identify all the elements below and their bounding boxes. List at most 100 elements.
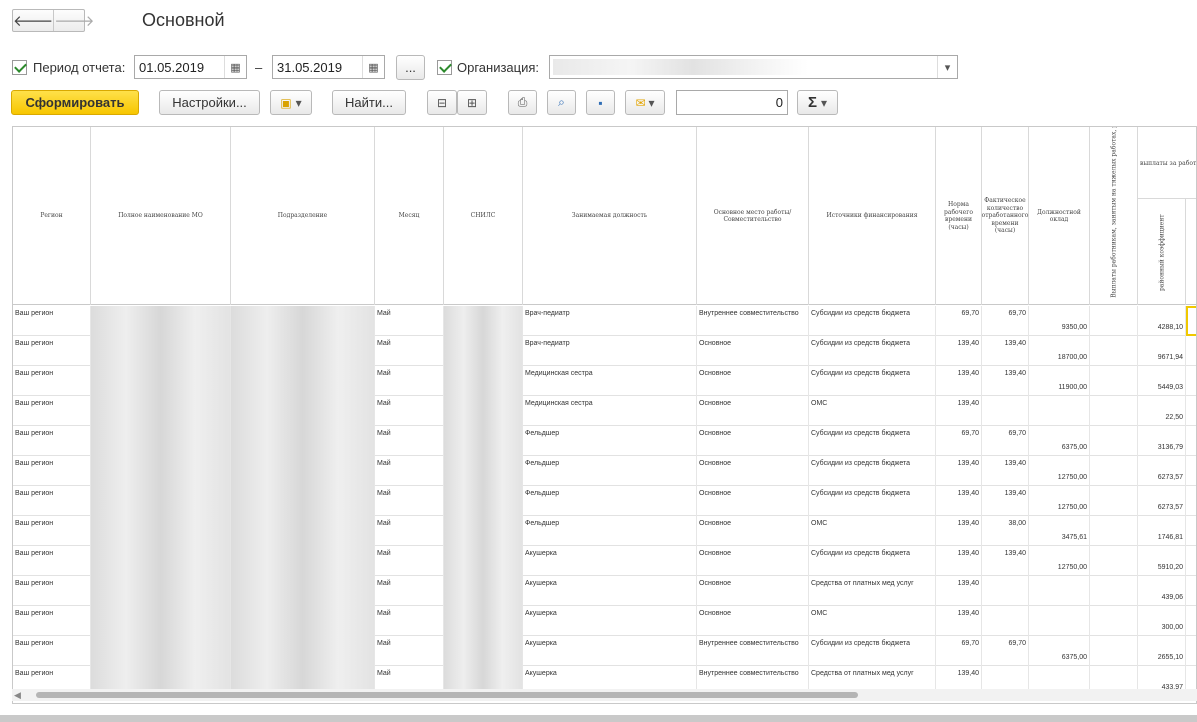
cell-work-place: Основное — [697, 606, 809, 636]
chevron-down-icon: ▾ — [295, 95, 302, 110]
header-regional-coef-text: районный коэффициент — [1158, 214, 1166, 292]
cell-regional-coef: 6273,57 — [1138, 486, 1186, 516]
sigma-icon: Σ — [807, 94, 817, 111]
sum-value-field[interactable]: 0 — [676, 90, 788, 115]
header-norm-hours: Норма рабочего времени (часы) — [936, 127, 982, 305]
table-row[interactable]: Ваш регион Май Врач-педиатр Внутреннее с… — [13, 306, 1196, 336]
cell-month: Май — [375, 336, 444, 366]
sum-button[interactable]: Σ ▾ — [797, 90, 838, 115]
cell-norm-hours: 139,40 — [936, 546, 982, 576]
cell-hazard-payments — [1090, 546, 1138, 576]
cell-norm-hours: 69,70 — [936, 636, 982, 666]
cell-work-place: Основное — [697, 426, 809, 456]
chevron-down-icon[interactable]: ▾ — [937, 56, 957, 78]
collapse-groups-button[interactable]: ⊟ — [427, 90, 457, 115]
report-grid[interactable]: Регион Полное наименование МО Подразделе… — [12, 126, 1197, 704]
header-hazard-payments-text: Выплаты работникам, занятым на тяжелых р… — [1110, 127, 1118, 298]
horizontal-scrollbar[interactable]: ◀ — [12, 689, 1197, 701]
floppy-disk-icon: ▪ — [598, 95, 603, 110]
cell-salary: 18700,00 — [1029, 336, 1090, 366]
cell-mo-name-redacted — [91, 516, 231, 546]
cell-position: Фельдшер — [523, 516, 697, 546]
back-arrow-icon[interactable]: 🡐 — [13, 10, 53, 31]
cell-mo-name-redacted — [91, 636, 231, 666]
cell-month: Май — [375, 486, 444, 516]
cell-position: Акушерка — [523, 546, 697, 576]
cell-actual-hours — [982, 396, 1029, 426]
cell-month: Май — [375, 606, 444, 636]
cell-snils-redacted — [444, 456, 523, 486]
cell-norm-hours: 139,40 — [936, 576, 982, 606]
chevron-down-icon: ▾ — [820, 95, 828, 110]
organization-select[interactable]: ▾ — [549, 55, 958, 79]
cell-region: Ваш регион — [13, 576, 91, 606]
send-email-button[interactable]: ✉ ▾ — [625, 90, 665, 115]
cell-position: Медицинская сестра — [523, 366, 697, 396]
variants-button[interactable]: ▣ ▾ — [270, 90, 312, 115]
cell-snils-redacted — [444, 396, 523, 426]
expand-groups-button[interactable]: ⊞ — [457, 90, 487, 115]
cell-region: Ваш регион — [13, 606, 91, 636]
cell-selected[interactable] — [1186, 306, 1196, 336]
cell-work-place: Основное — [697, 576, 809, 606]
find-button[interactable]: Найти... — [332, 90, 406, 115]
table-row[interactable]: Ваш регион Май Акушерка Основное Средств… — [13, 576, 1196, 606]
header-hazard-payments: Выплаты работникам, занятым на тяжелых р… — [1090, 127, 1138, 305]
cell-regional-coef: 5910,20 — [1138, 546, 1186, 576]
cell-mo-name-redacted — [91, 456, 231, 486]
cell-mo-name-redacted — [91, 426, 231, 456]
calendar-icon[interactable]: ▦ — [362, 56, 384, 78]
table-row[interactable]: Ваш регион Май Фельдшер Основное Субсиди… — [13, 456, 1196, 486]
cell-salary: 6375,00 — [1029, 426, 1090, 456]
table-row[interactable]: Ваш регион Май Акушерка Основное ОМС 139… — [13, 606, 1196, 636]
cell-actual-hours: 139,40 — [982, 456, 1029, 486]
cell-funding-source: ОМС — [809, 606, 936, 636]
scroll-left-icon[interactable]: ◀ — [14, 690, 21, 701]
cell-funding-source: ОМС — [809, 516, 936, 546]
save-button[interactable]: ▪ — [586, 90, 615, 115]
generate-button[interactable]: Сформировать — [11, 90, 139, 115]
date-to-value: 31.05.2019 — [277, 60, 343, 75]
table-row[interactable]: Ваш регион Май Акушерка Внутреннее совме… — [13, 636, 1196, 666]
table-row[interactable]: Ваш регион Май Фельдшер Основное Субсиди… — [13, 426, 1196, 456]
header-department: Подразделение — [231, 127, 375, 305]
header-work-payments-group: выплаты за работу — [1138, 127, 1196, 199]
cell-department-redacted — [231, 366, 375, 396]
period-label: Период отчета: — [33, 60, 126, 75]
table-row[interactable]: Ваш регион Май Фельдшер Основное ОМС 139… — [13, 516, 1196, 546]
cell-position: Акушерка — [523, 576, 697, 606]
table-row[interactable]: Ваш регион Май Медицинская сестра Основн… — [13, 366, 1196, 396]
table-row[interactable]: Ваш регион Май Врач-педиатр Основное Суб… — [13, 336, 1196, 366]
cell-month: Май — [375, 576, 444, 606]
cell-work-place: Внутреннее совместительство — [697, 636, 809, 666]
scrollbar-thumb[interactable] — [36, 692, 858, 698]
header-position: Занимаемая должность — [523, 127, 697, 305]
cell-month: Май — [375, 456, 444, 486]
table-row[interactable]: Ваш регион Май Медицинская сестра Основн… — [13, 396, 1196, 426]
cell-hazard-payments — [1090, 426, 1138, 456]
date-to-input[interactable]: 31.05.2019 ▦ — [272, 55, 385, 79]
settings-button[interactable]: Настройки... — [159, 90, 260, 115]
preview-button[interactable]: ⌕ — [547, 90, 576, 115]
period-select-button[interactable]: ... — [396, 55, 425, 80]
cell-regional-coef: 2655,10 — [1138, 636, 1186, 666]
calendar-icon[interactable]: ▦ — [224, 56, 246, 78]
cell-norm-hours: 139,40 — [936, 456, 982, 486]
organization-checkbox[interactable] — [437, 60, 452, 75]
forward-arrow-icon[interactable]: 🡒 — [53, 10, 94, 31]
cell-snils-redacted — [444, 366, 523, 396]
cell-regional-coef: 22,50 — [1138, 396, 1186, 426]
table-row[interactable]: Ваш регион Май Фельдшер Основное Субсиди… — [13, 486, 1196, 516]
cell-work-place: Основное — [697, 366, 809, 396]
table-row[interactable]: Ваш регион Май Акушерка Основное Субсиди… — [13, 546, 1196, 576]
cell-region: Ваш регион — [13, 396, 91, 426]
cell-position: Фельдшер — [523, 456, 697, 486]
cell-funding-source: Субсидии из средств бюджета — [809, 636, 936, 666]
cell-department-redacted — [231, 336, 375, 366]
period-checkbox[interactable] — [12, 60, 27, 75]
nav-buttons: 🡐 🡒 — [12, 9, 94, 32]
cell-region: Ваш регион — [13, 516, 91, 546]
print-button[interactable]: ⎙ — [508, 90, 537, 115]
date-from-input[interactable]: 01.05.2019 ▦ — [134, 55, 247, 79]
cell-regional-coef: 5449,03 — [1138, 366, 1186, 396]
